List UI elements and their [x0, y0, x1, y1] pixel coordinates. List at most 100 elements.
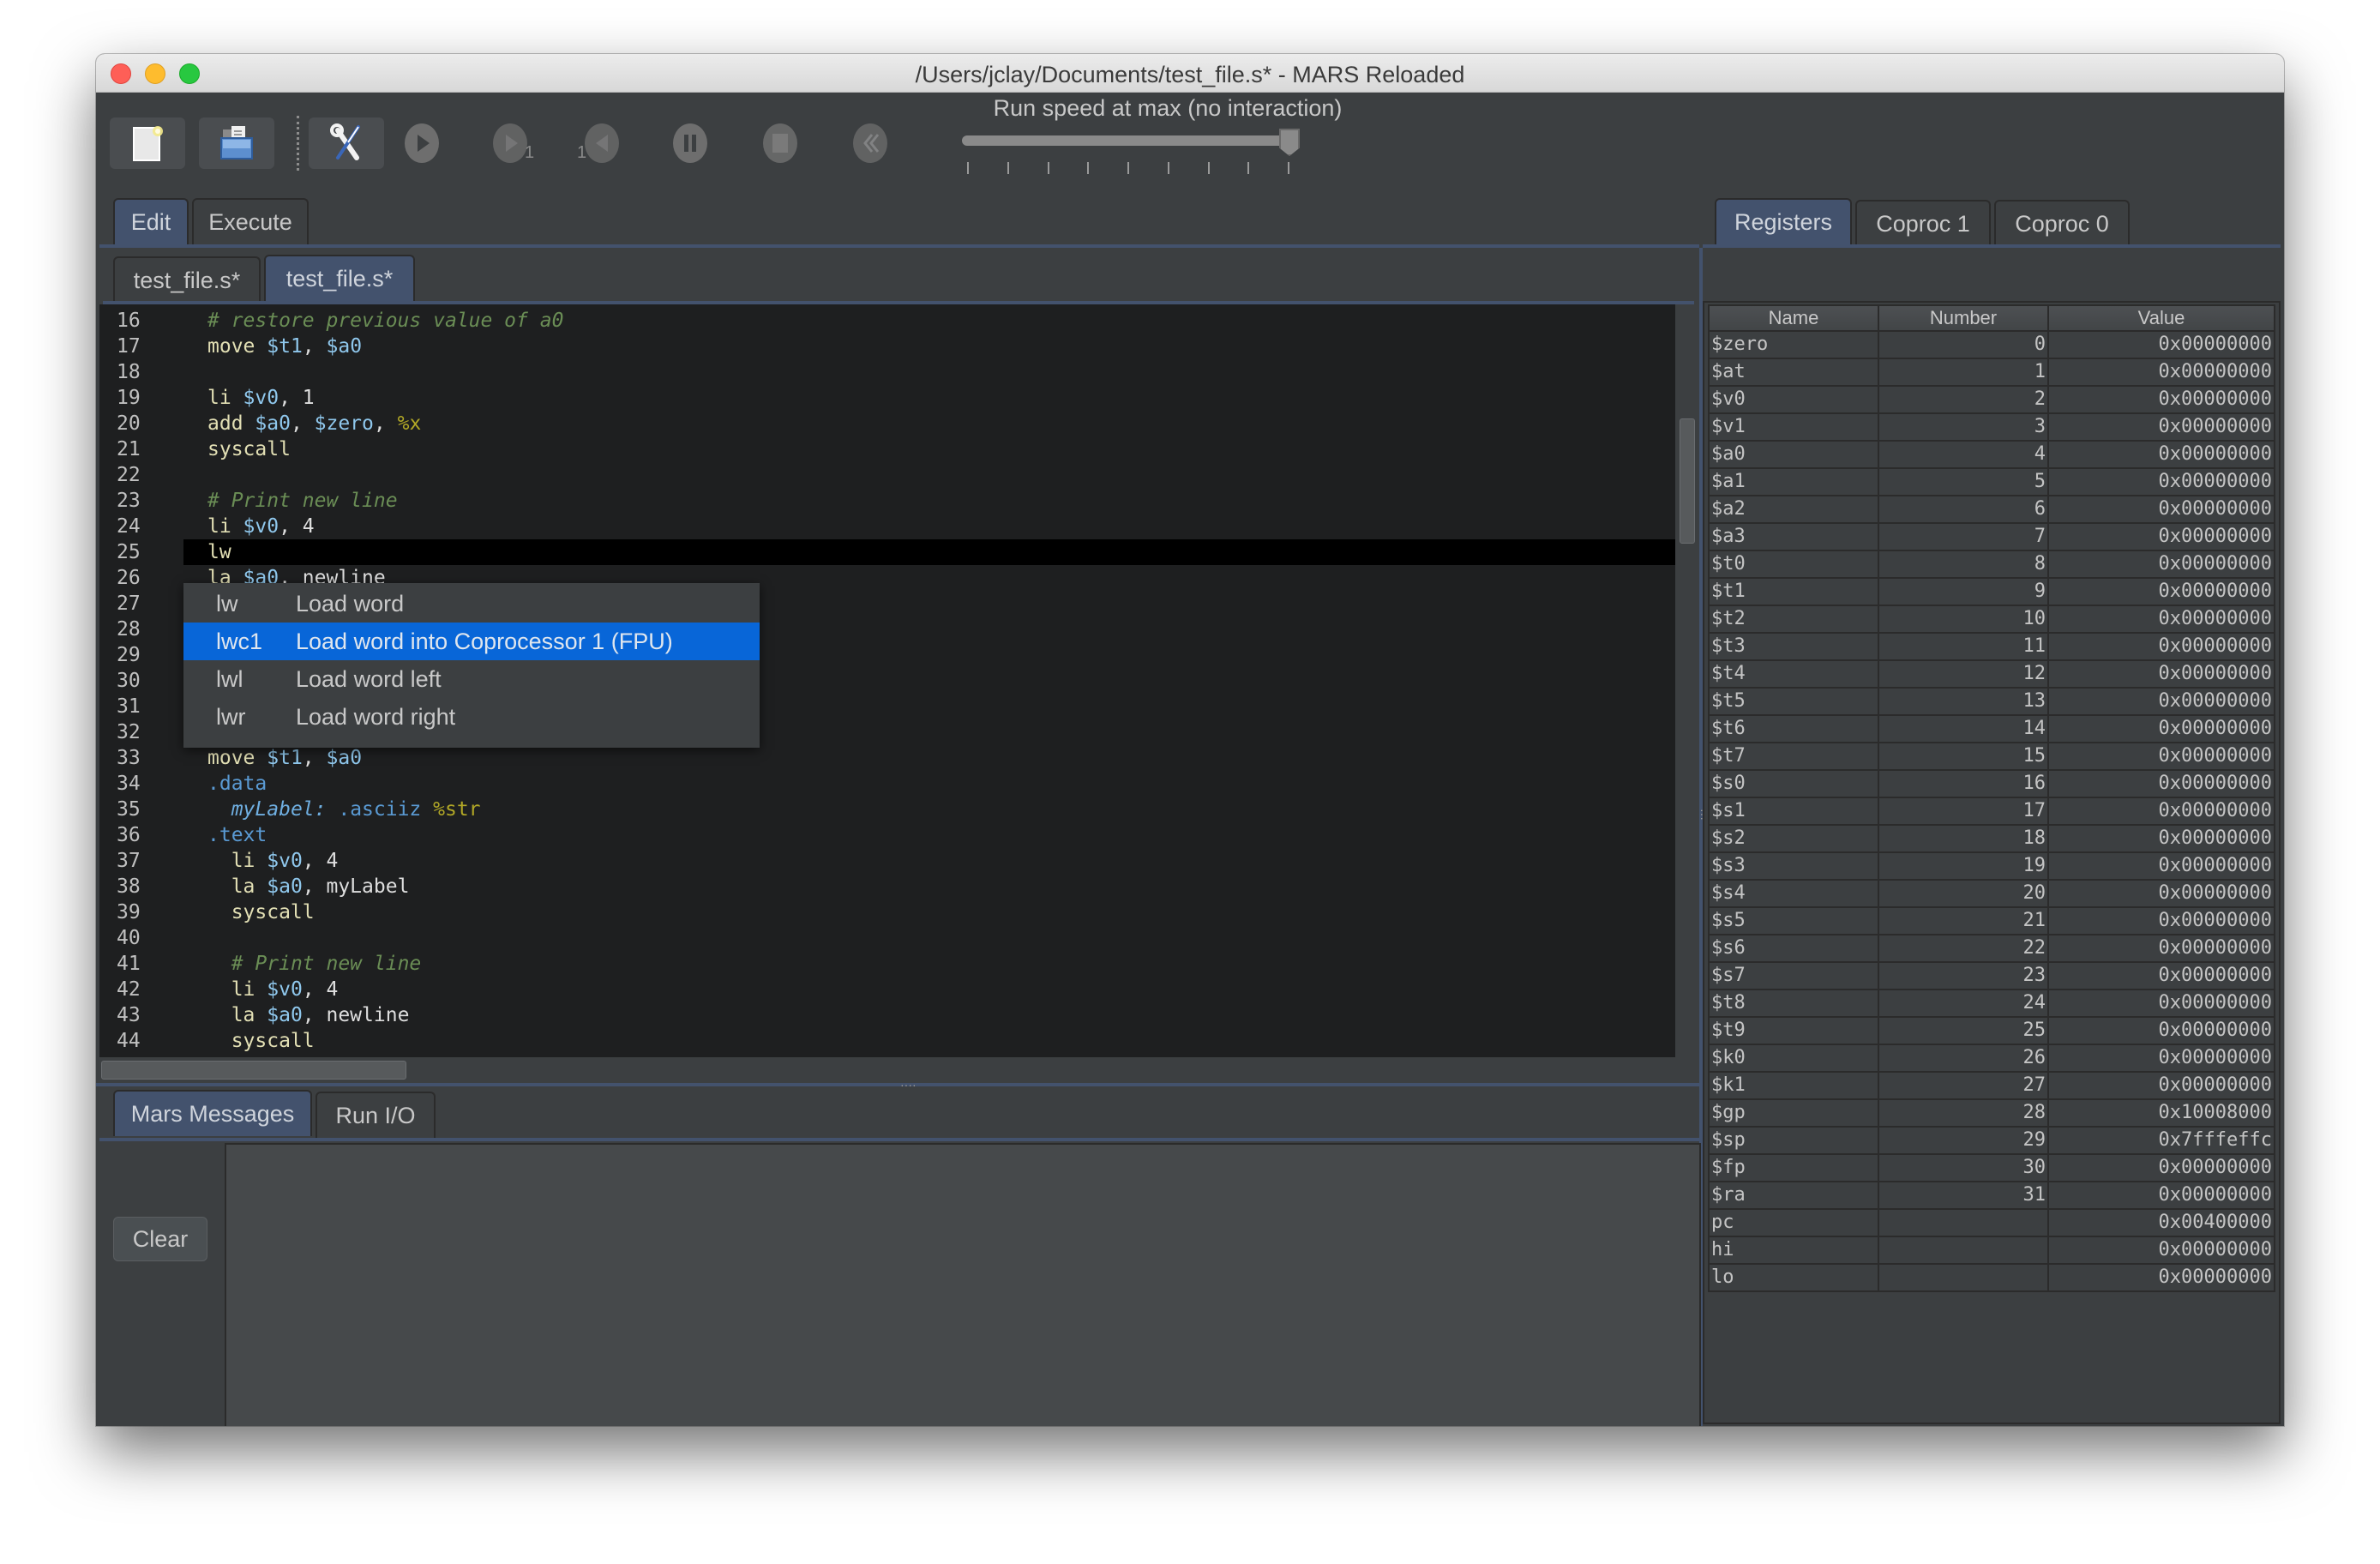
code-line[interactable]: 24 li $v0, 4 [99, 514, 1675, 539]
register-value[interactable]: 0x00000000 [2047, 851, 2275, 881]
column-header-value[interactable]: Value [2047, 304, 2275, 332]
code-line[interactable]: 22 [99, 462, 1675, 488]
register-row[interactable]: $t9 25 0x00000000 [1708, 1016, 2275, 1045]
code-line[interactable]: 17 move $t1, $a0 [99, 334, 1675, 359]
code-line[interactable]: 42 li $v0, 4 [99, 977, 1675, 1002]
register-row[interactable]: $s1 17 0x00000000 [1708, 797, 2275, 826]
register-value[interactable]: 0x00000000 [2047, 550, 2275, 579]
code-line[interactable]: 44 syscall [99, 1028, 1675, 1054]
register-value[interactable]: 0x10008000 [2047, 1098, 2275, 1128]
register-row[interactable]: $a0 4 0x00000000 [1708, 440, 2275, 469]
reset-button[interactable] [840, 117, 900, 169]
register-row[interactable]: $t1 9 0x00000000 [1708, 577, 2275, 606]
register-row[interactable]: $t3 11 0x00000000 [1708, 632, 2275, 661]
run-speed-slider[interactable] [962, 135, 1296, 146]
register-row[interactable]: $k1 27 0x00000000 [1708, 1071, 2275, 1100]
register-row[interactable]: pc 0x00400000 [1708, 1208, 2275, 1237]
register-row[interactable]: $a3 7 0x00000000 [1708, 522, 2275, 551]
tab-run-io[interactable]: Run I/O [316, 1092, 436, 1138]
mars-messages-area[interactable] [225, 1143, 1701, 1426]
register-value[interactable]: 0x00000000 [2047, 879, 2275, 908]
register-row[interactable]: $s2 18 0x00000000 [1708, 824, 2275, 853]
register-value[interactable]: 0x00000000 [2047, 440, 2275, 469]
register-value[interactable]: 0x00000000 [2047, 1153, 2275, 1182]
register-value[interactable]: 0x00000000 [2047, 659, 2275, 689]
register-value[interactable]: 0x00000000 [2047, 605, 2275, 634]
register-value[interactable]: 0x00000000 [2047, 385, 2275, 414]
tab-mars-messages[interactable]: Mars Messages [113, 1090, 312, 1136]
horizontal-split-divider[interactable] [96, 1083, 1699, 1086]
assemble-button[interactable] [309, 117, 384, 169]
code-line[interactable]: 16 # restore previous value of a0 [99, 308, 1675, 334]
file-tab-active[interactable]: test_file.s* [264, 255, 415, 301]
register-row[interactable]: $a1 5 0x00000000 [1708, 467, 2275, 496]
code-line[interactable]: 19 li $v0, 1 [99, 385, 1675, 411]
code-line[interactable]: 33 move $t1, $a0 [99, 745, 1675, 771]
open-file-button[interactable] [199, 117, 274, 169]
run-speed-slider-thumb[interactable] [1279, 129, 1300, 156]
code-line[interactable]: 18 [99, 359, 1675, 385]
register-value[interactable]: 0x00000000 [2047, 961, 2275, 990]
register-value[interactable]: 0x00000000 [2047, 1263, 2275, 1292]
register-value[interactable]: 0x00000000 [2047, 742, 2275, 771]
register-row[interactable]: $s4 20 0x00000000 [1708, 879, 2275, 908]
autocomplete-item[interactable]: lwl Load word left [183, 660, 760, 698]
new-file-button[interactable] [110, 117, 185, 169]
register-row[interactable]: $s6 22 0x00000000 [1708, 934, 2275, 963]
tab-coproc-0[interactable]: Coproc 0 [1994, 200, 2130, 246]
code-line[interactable]: 40 [99, 925, 1675, 951]
register-value[interactable]: 0x00000000 [2047, 1044, 2275, 1073]
register-value[interactable]: 0x00000000 [2047, 412, 2275, 442]
backstep-button[interactable]: 1 [572, 117, 632, 169]
register-value[interactable]: 0x00000000 [2047, 577, 2275, 606]
code-line[interactable]: 39 syscall [99, 899, 1675, 925]
stop-button[interactable] [750, 117, 810, 169]
register-row[interactable]: $at 1 0x00000000 [1708, 358, 2275, 387]
autocomplete-item[interactable]: lw Load word [183, 585, 760, 623]
register-row[interactable]: $t8 24 0x00000000 [1708, 989, 2275, 1018]
run-button[interactable] [392, 117, 452, 169]
register-value[interactable]: 0x00000000 [2047, 989, 2275, 1018]
register-value[interactable]: 0x00000000 [2047, 714, 2275, 743]
register-row[interactable]: lo 0x00000000 [1708, 1263, 2275, 1292]
autocomplete-item-selected[interactable]: lwc1 Load word into Coprocessor 1 (FPU) [183, 623, 760, 660]
code-line[interactable]: 21 syscall [99, 436, 1675, 462]
register-row[interactable]: $ra 31 0x00000000 [1708, 1181, 2275, 1210]
register-row[interactable]: $s5 21 0x00000000 [1708, 906, 2275, 935]
register-value[interactable]: 0x00000000 [2047, 687, 2275, 716]
code-line[interactable]: 43 la $a0, newline [99, 1002, 1675, 1028]
register-row[interactable]: $t7 15 0x00000000 [1708, 742, 2275, 771]
code-line[interactable]: 23 # Print new line [99, 488, 1675, 514]
register-row[interactable]: $t4 12 0x00000000 [1708, 659, 2275, 689]
tab-execute[interactable]: Execute [192, 198, 309, 244]
register-row[interactable]: $v0 2 0x00000000 [1708, 385, 2275, 414]
split-grip-icon[interactable]: ···· [900, 1078, 917, 1092]
step-button[interactable]: 1 [480, 117, 540, 169]
register-value[interactable]: 0x00000000 [2047, 358, 2275, 387]
register-row[interactable]: $zero 0 0x00000000 [1708, 330, 2275, 359]
register-row[interactable]: $t5 13 0x00000000 [1708, 687, 2275, 716]
code-line[interactable]: 34 .data [99, 771, 1675, 797]
register-value[interactable]: 0x00000000 [2047, 906, 2275, 935]
register-row[interactable]: hi 0x00000000 [1708, 1236, 2275, 1265]
register-row[interactable]: $k0 26 0x00000000 [1708, 1044, 2275, 1073]
file-tab[interactable]: test_file.s* [113, 256, 261, 303]
register-row[interactable]: $t0 8 0x00000000 [1708, 550, 2275, 579]
code-line[interactable]: 36 .text [99, 822, 1675, 848]
register-row[interactable]: $gp 28 0x10008000 [1708, 1098, 2275, 1128]
column-header-number[interactable]: Number [1878, 304, 2049, 332]
register-value[interactable]: 0x00000000 [2047, 1181, 2275, 1210]
register-value[interactable]: 0x00000000 [2047, 824, 2275, 853]
register-row[interactable]: $t2 10 0x00000000 [1708, 605, 2275, 634]
register-value[interactable]: 0x00000000 [2047, 797, 2275, 826]
register-row[interactable]: $s0 16 0x00000000 [1708, 769, 2275, 798]
register-value[interactable]: 0x00000000 [2047, 522, 2275, 551]
register-row[interactable]: $t6 14 0x00000000 [1708, 714, 2275, 743]
register-value[interactable]: 0x00400000 [2047, 1208, 2275, 1237]
register-row[interactable]: $fp 30 0x00000000 [1708, 1153, 2275, 1182]
register-row[interactable]: $v1 3 0x00000000 [1708, 412, 2275, 442]
pause-button[interactable] [660, 117, 720, 169]
tab-registers[interactable]: Registers [1715, 198, 1852, 244]
register-value[interactable]: 0x00000000 [2047, 1236, 2275, 1265]
editor-vertical-scrollbar[interactable] [1677, 304, 1694, 1057]
